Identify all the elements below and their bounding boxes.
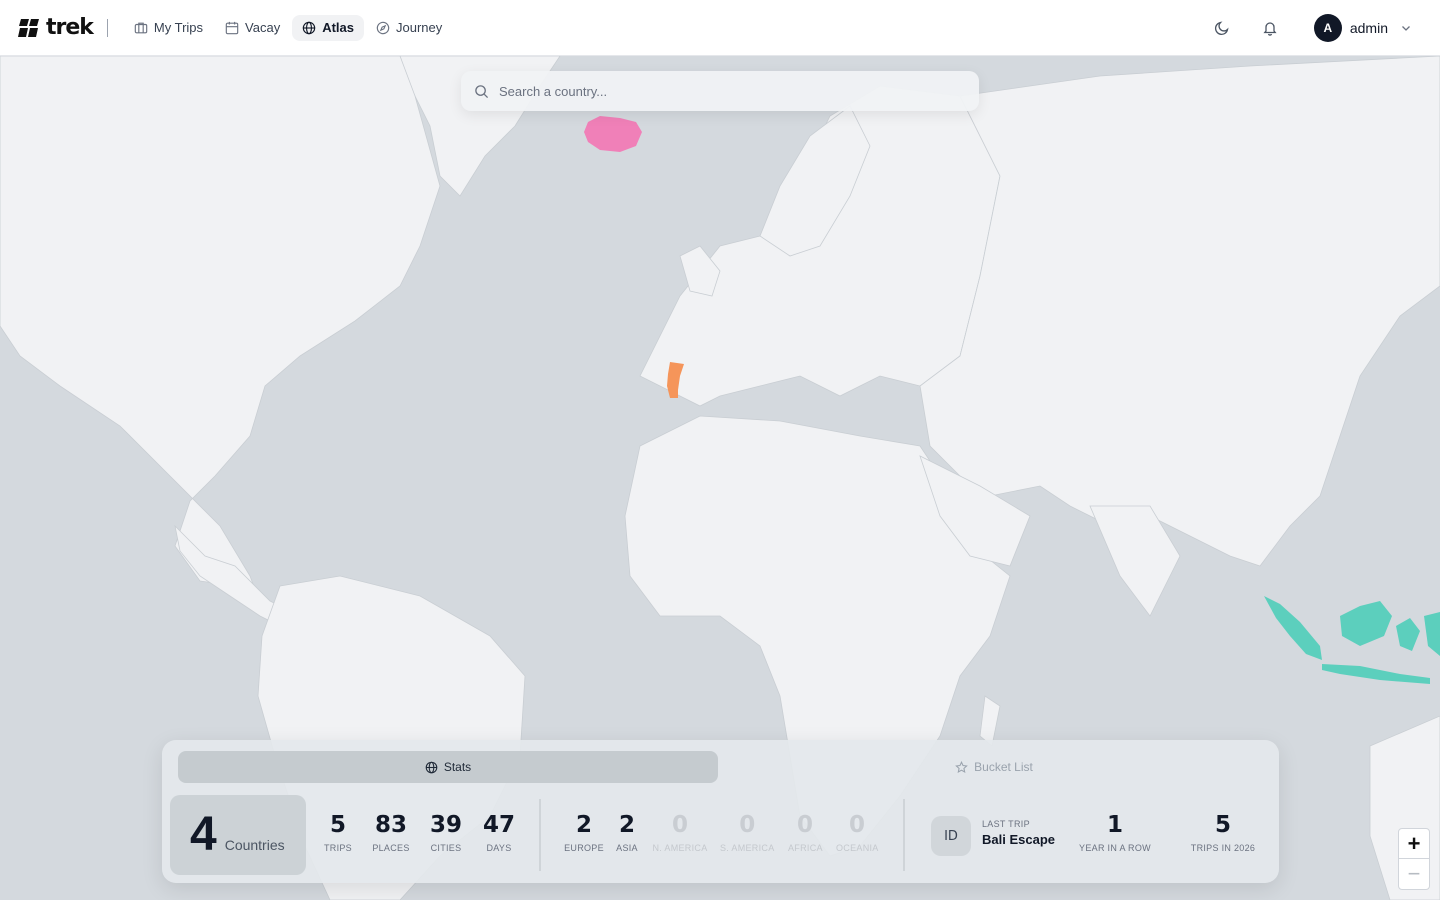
stat-asia: 2 Asia (612, 812, 642, 853)
stat-africa: 0 Africa (788, 812, 823, 853)
stat-label: Trips (323, 843, 352, 853)
country-search[interactable] (461, 71, 979, 111)
last-trip[interactable]: LAST TRIP Bali Escape (982, 819, 1055, 847)
tab-bucket-list[interactable]: Bucket List (724, 751, 1264, 783)
nav-atlas[interactable]: Atlas (292, 14, 365, 41)
stat-value: 0 (796, 812, 813, 838)
stat-year-trips: 5 Trips in 2026 (1190, 812, 1256, 853)
app-name: trek (46, 15, 94, 40)
stat-places: 83 Places (371, 812, 411, 853)
search-icon (475, 84, 489, 98)
stat-value: 0 (848, 812, 865, 838)
stat-label: N. America (652, 843, 708, 853)
star-icon (955, 760, 968, 773)
stat-label: Days (486, 843, 512, 853)
stat-value: 39 (429, 812, 462, 838)
stat-value: 2 (618, 812, 635, 838)
topbar-actions: A admin (1190, 12, 1440, 44)
stat-label: Asia (616, 843, 638, 853)
logo[interactable]: trek (18, 15, 94, 40)
stat-trips: 5 Trips (322, 812, 354, 853)
countries-count-card: 4 Countries (170, 795, 306, 875)
last-trip-country-code: ID (931, 816, 971, 856)
stat-value: 5 (329, 812, 346, 838)
tab-stats-label: Stats (443, 760, 472, 774)
briefcase-icon (134, 22, 148, 33)
dark-mode-toggle[interactable] (1206, 12, 1238, 44)
search-input[interactable] (499, 83, 959, 99)
stat-value: 2 (575, 812, 592, 838)
divider (903, 799, 905, 871)
avatar: A (1313, 13, 1342, 42)
stat-label: Trips in 2026 (1190, 843, 1256, 853)
zoom-out-button[interactable]: − (1399, 859, 1429, 889)
last-trip-caption: LAST TRIP (982, 819, 1030, 829)
stats-panel: Stats Bucket List 4 Countries 5 Trips 83… (162, 740, 1279, 883)
stat-value: 1 (1106, 812, 1123, 838)
logo-separator (106, 18, 108, 37)
globe-icon (302, 21, 316, 34)
stat-label: Africa (788, 843, 823, 853)
stat-oceania: 0 Oceania (836, 812, 878, 853)
user-menu[interactable]: A admin (1313, 13, 1412, 42)
nav-my-trips-label: My Trips (153, 20, 204, 35)
divider (539, 799, 541, 871)
top-nav-bar: trek My Trips Vacay Atlas Journey A admi… (0, 0, 1440, 56)
last-trip-name: Bali Escape (982, 832, 1055, 847)
panel-tabs: Stats Bucket List (178, 751, 1264, 783)
countries-count: 4 (190, 808, 217, 861)
stat-value: 0 (739, 812, 756, 838)
stat-year-streak: 1 Year in a row (1076, 812, 1154, 853)
user-name: admin (1349, 19, 1388, 36)
bell-icon (1263, 21, 1277, 36)
tab-stats[interactable]: Stats (178, 751, 718, 783)
stat-europe: 2 Europe (564, 812, 604, 853)
trek-logo-icon (18, 18, 39, 37)
stat-value: 0 (671, 812, 688, 838)
stat-value: 47 (482, 812, 515, 838)
compass-icon (376, 21, 390, 34)
stat-value: 5 (1214, 812, 1231, 838)
stat-days: 47 Days (479, 812, 519, 853)
zoom-in-button[interactable]: + (1399, 829, 1429, 859)
stat-label: Cities (430, 843, 462, 853)
zoom-controls: + − (1398, 828, 1430, 890)
countries-label: Countries (224, 837, 285, 853)
stat-cities: 39 Cities (426, 812, 466, 853)
stat-label: S. America (720, 843, 775, 853)
nav-vacay-label: Vacay (245, 20, 281, 35)
calendar-icon (225, 21, 239, 34)
nav-vacay[interactable]: Vacay (215, 15, 290, 41)
stat-label: Oceania (836, 843, 879, 853)
nav-atlas-label: Atlas (322, 20, 355, 35)
chevron-down-icon (1402, 25, 1410, 31)
stat-label: Europe (564, 843, 604, 853)
moon-icon (1214, 20, 1229, 35)
stat-label: Places (372, 843, 410, 853)
nav-journey-label: Journey (396, 20, 443, 35)
stat-north-america: 0 N. America (652, 812, 708, 853)
stat-south-america: 0 S. America (720, 812, 775, 853)
tab-bucket-list-label: Bucket List (974, 760, 1033, 774)
notifications-button[interactable] (1254, 12, 1286, 44)
stat-value: 83 (374, 812, 407, 838)
stat-label: Year in a row (1079, 843, 1151, 853)
nav-my-trips[interactable]: My Trips (124, 15, 213, 41)
nav-journey[interactable]: Journey (366, 15, 452, 41)
globe-icon (425, 761, 438, 773)
